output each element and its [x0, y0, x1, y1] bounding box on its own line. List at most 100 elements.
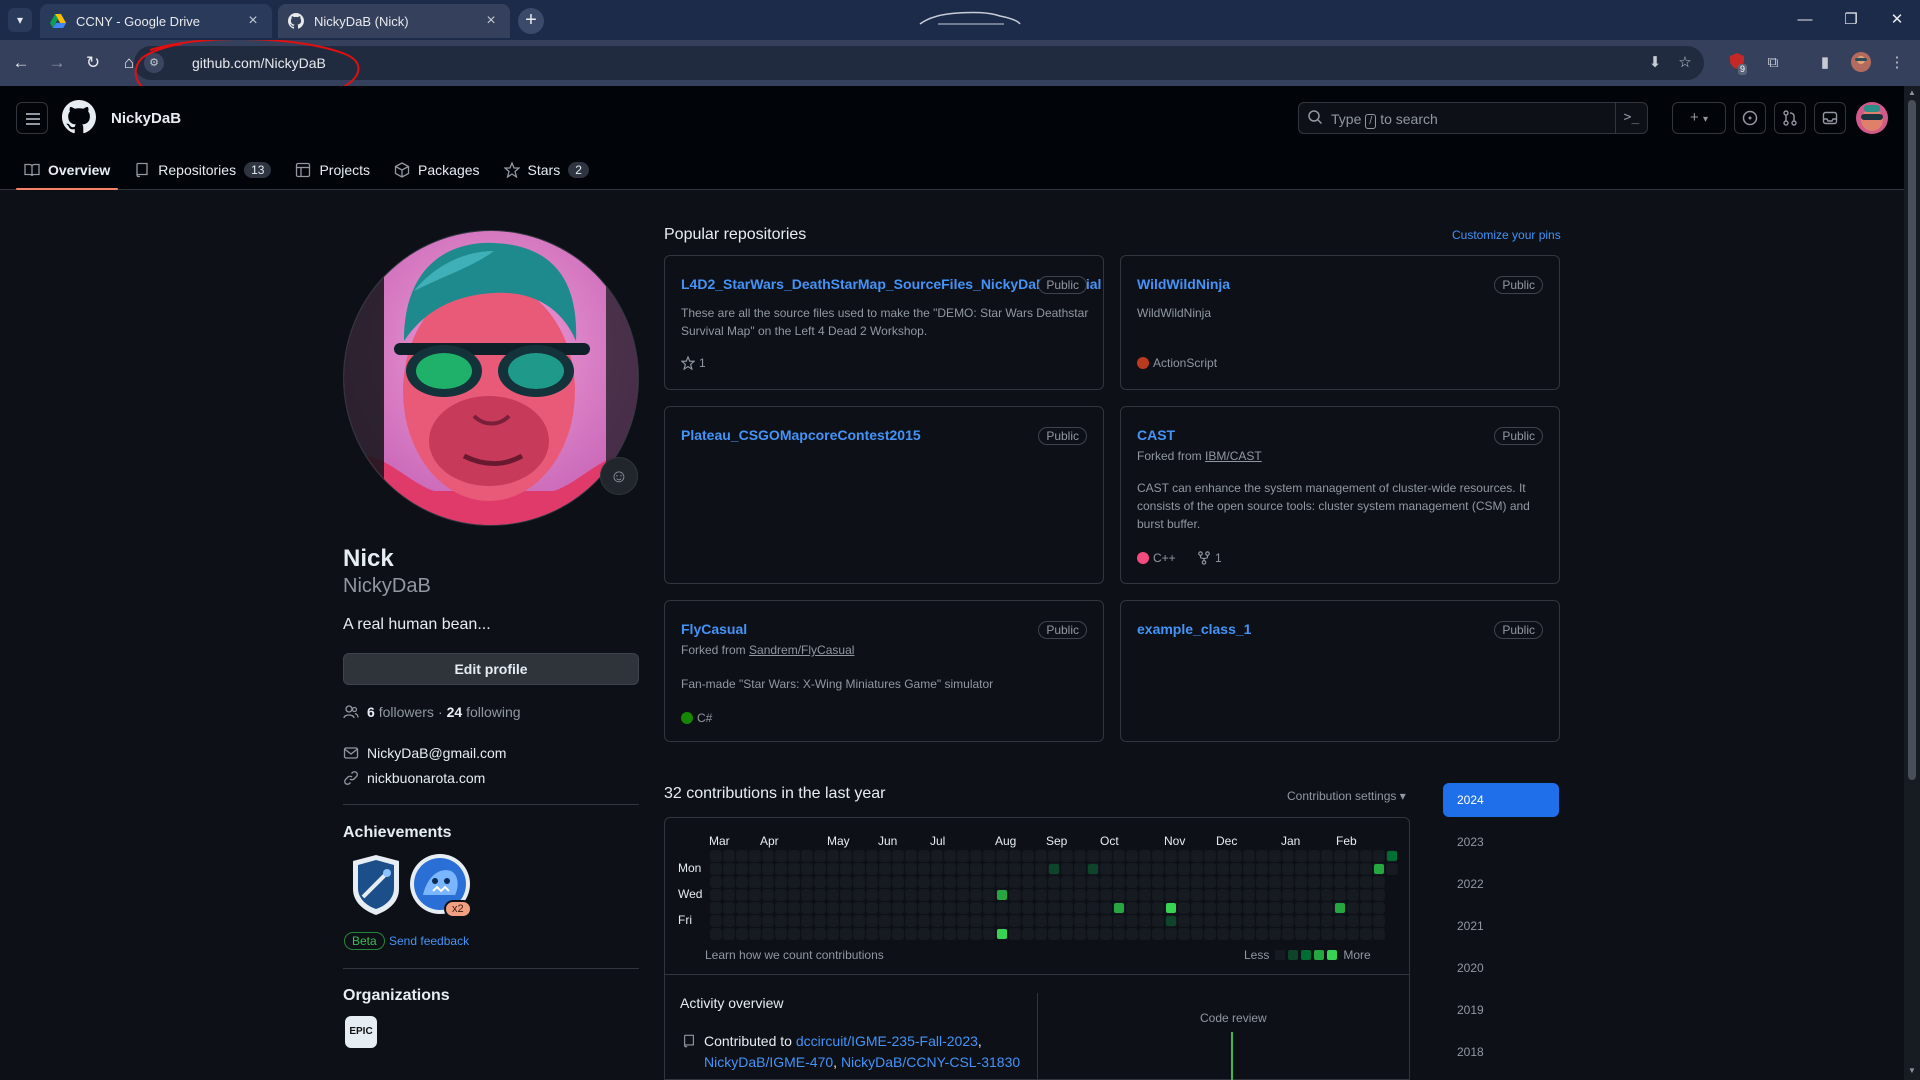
repo-name-link[interactable]: example_class_1 — [1137, 621, 1251, 637]
contribution-settings-dropdown[interactable]: Contribution settings ▾ — [1287, 789, 1406, 803]
contribution-day-cell[interactable] — [879, 850, 891, 862]
contribution-day-cell[interactable] — [1282, 876, 1294, 888]
contribution-day-cell[interactable] — [1035, 863, 1047, 875]
contribution-day-cell[interactable] — [931, 915, 943, 927]
contribution-day-cell[interactable] — [749, 850, 761, 862]
year-2024[interactable]: 2024 — [1443, 783, 1559, 817]
contribution-day-cell[interactable] — [814, 863, 826, 875]
contribution-day-cell[interactable] — [814, 876, 826, 888]
contribution-day-cell[interactable] — [1100, 876, 1112, 888]
contribution-day-cell[interactable] — [983, 902, 995, 914]
contribution-day-cell[interactable] — [1126, 915, 1138, 927]
contribution-day-cell[interactable] — [1217, 915, 1229, 927]
contribution-day-cell[interactable] — [840, 902, 852, 914]
contribution-day-cell[interactable] — [1230, 863, 1242, 875]
contribution-day-cell[interactable] — [736, 889, 748, 901]
contribution-day-cell[interactable] — [1282, 928, 1294, 940]
close-tab-icon[interactable]: × — [244, 12, 262, 30]
page-scrollbar[interactable]: ▲ ▼ — [1904, 86, 1920, 1080]
contribution-day-cell[interactable] — [1126, 928, 1138, 940]
contribution-day-cell[interactable] — [1360, 915, 1372, 927]
contribution-day-cell[interactable] — [710, 915, 722, 927]
contribution-day-cell[interactable] — [957, 902, 969, 914]
contribution-day-cell[interactable] — [1100, 850, 1112, 862]
contribution-day-cell[interactable] — [1100, 915, 1112, 927]
contribution-day-cell[interactable] — [1152, 876, 1164, 888]
contribution-day-cell[interactable] — [1087, 902, 1099, 914]
contribution-day-cell[interactable] — [710, 876, 722, 888]
contribution-day-cell[interactable] — [931, 928, 943, 940]
contribution-day-cell[interactable] — [1113, 850, 1125, 862]
contribution-day-cell[interactable] — [1009, 863, 1021, 875]
contribution-day-cell[interactable] — [918, 850, 930, 862]
tab-projects[interactable]: Projects — [287, 150, 378, 190]
contribution-day-cell[interactable] — [1204, 915, 1216, 927]
contribution-day-cell[interactable] — [1386, 863, 1398, 875]
contribution-day-cell[interactable] — [736, 928, 748, 940]
contribution-day-cell[interactable] — [853, 863, 865, 875]
contribution-day-cell[interactable] — [1191, 876, 1203, 888]
contribution-day-cell[interactable] — [1074, 928, 1086, 940]
contribution-day-cell[interactable] — [1022, 889, 1034, 901]
contribution-day-cell[interactable] — [788, 850, 800, 862]
contribution-day-cell[interactable] — [1360, 902, 1372, 914]
contribution-day-cell[interactable] — [1295, 863, 1307, 875]
contribution-day-cell[interactable] — [1204, 889, 1216, 901]
contribution-day-cell[interactable] — [1321, 902, 1333, 914]
contribution-day-cell[interactable] — [788, 863, 800, 875]
contribution-day-cell[interactable] — [1243, 876, 1255, 888]
contribution-day-cell[interactable] — [1074, 915, 1086, 927]
contribution-day-cell[interactable] — [1308, 876, 1320, 888]
address-bar[interactable]: ⚙ github.com/NickyDaB ⬇ ☆ — [134, 46, 1704, 80]
contribution-day-cell[interactable] — [1243, 863, 1255, 875]
contribution-day-cell[interactable] — [1295, 928, 1307, 940]
contribution-day-cell[interactable] — [1204, 902, 1216, 914]
contribution-day-cell[interactable] — [892, 876, 904, 888]
contribution-day-cell[interactable] — [1178, 889, 1190, 901]
contribution-day-cell[interactable] — [1204, 863, 1216, 875]
contribution-day-cell[interactable] — [749, 928, 761, 940]
contribution-day-cell[interactable] — [1321, 915, 1333, 927]
contribution-day-cell[interactable] — [814, 915, 826, 927]
contribution-day-cell[interactable] — [1191, 863, 1203, 875]
contribution-day-cell[interactable] — [1334, 850, 1346, 862]
contribution-day-cell[interactable] — [1165, 850, 1177, 862]
contribution-day-cell[interactable] — [866, 850, 878, 862]
contribution-day-cell[interactable] — [970, 850, 982, 862]
contribution-day-cell[interactable] — [996, 928, 1008, 940]
contribution-day-cell[interactable] — [996, 876, 1008, 888]
contribution-day-cell[interactable] — [1256, 850, 1268, 862]
contribution-day-cell[interactable] — [892, 902, 904, 914]
contribution-day-cell[interactable] — [1035, 915, 1047, 927]
url-text[interactable]: github.com/NickyDaB — [192, 55, 326, 71]
contribution-day-cell[interactable] — [710, 850, 722, 862]
github-logo-icon[interactable] — [62, 100, 96, 134]
contribution-day-cell[interactable] — [1308, 850, 1320, 862]
contribution-day-cell[interactable] — [1061, 928, 1073, 940]
contribution-day-cell[interactable] — [866, 889, 878, 901]
contribution-day-cell[interactable] — [1191, 915, 1203, 927]
repo-forks[interactable]: 1 — [1197, 551, 1222, 565]
contribution-day-cell[interactable] — [1087, 915, 1099, 927]
contribution-day-cell[interactable] — [1360, 889, 1372, 901]
contribution-day-cell[interactable] — [762, 863, 774, 875]
contribution-day-cell[interactable] — [1321, 889, 1333, 901]
contribution-day-cell[interactable] — [1295, 889, 1307, 901]
contribution-day-cell[interactable] — [1061, 889, 1073, 901]
contribution-day-cell[interactable] — [1048, 876, 1060, 888]
contribution-day-cell[interactable] — [1308, 902, 1320, 914]
profile-email[interactable]: NickyDaB@gmail.com — [343, 745, 506, 761]
contribution-day-cell[interactable] — [905, 850, 917, 862]
search-input[interactable]: Type / to search >_ — [1298, 102, 1648, 134]
contribution-day-cell[interactable] — [749, 863, 761, 875]
contribution-day-cell[interactable] — [1230, 928, 1242, 940]
contribution-day-cell[interactable] — [710, 863, 722, 875]
contribution-day-cell[interactable] — [1204, 876, 1216, 888]
contribution-day-cell[interactable] — [918, 902, 930, 914]
contribution-day-cell[interactable] — [1061, 850, 1073, 862]
scroll-down-icon[interactable]: ▼ — [1907, 1066, 1917, 1075]
contribution-day-cell[interactable] — [983, 928, 995, 940]
contribution-day-cell[interactable] — [1009, 928, 1021, 940]
contribution-day-cell[interactable] — [996, 850, 1008, 862]
minimize-button[interactable]: — — [1782, 0, 1828, 40]
